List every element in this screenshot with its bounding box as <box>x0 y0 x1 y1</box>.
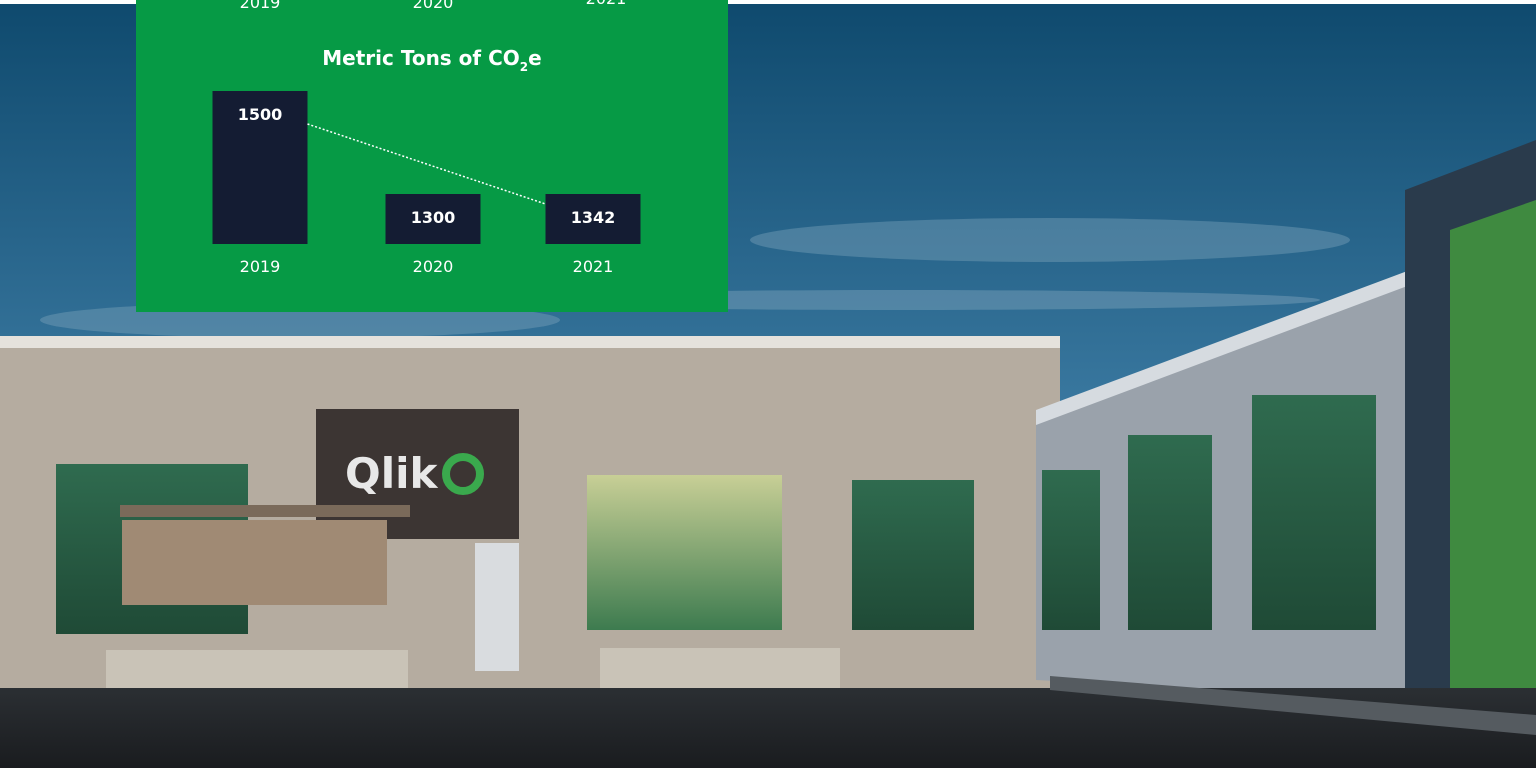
category-label-2020: 2020 <box>413 257 454 276</box>
data-label-2020: 1300 <box>411 208 456 227</box>
category-label-2019: 2019 <box>240 257 281 276</box>
emissions-chart-panel: 2019 2020 2021 Metric Tons of CO2e 15001… <box>136 0 728 312</box>
bar-chart: 1500 1300 1342 2019 2020 2021 <box>212 91 641 276</box>
trend-line <box>307 123 546 205</box>
data-label-2019: 1500 <box>238 105 283 124</box>
data-label-2021: 1342 <box>571 208 616 227</box>
category-label-2021: 2021 <box>573 257 614 276</box>
logo-text: Qlik <box>345 449 438 498</box>
